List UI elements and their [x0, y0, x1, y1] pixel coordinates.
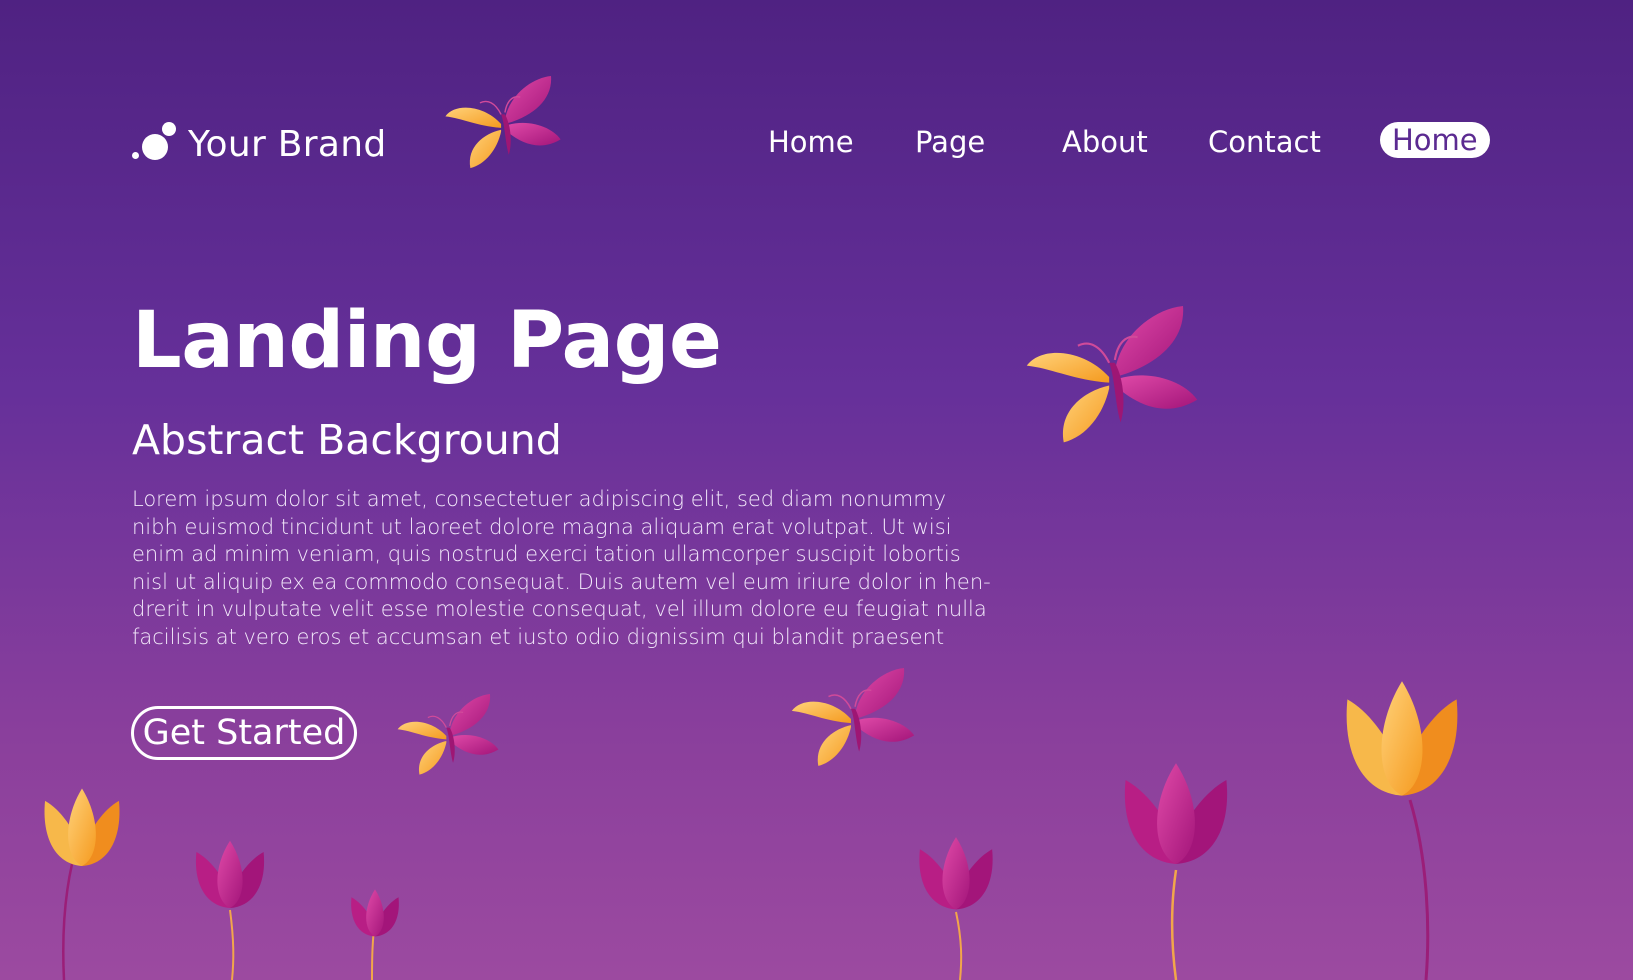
- tulip-icon: [906, 832, 1006, 918]
- tulip-stems: [62, 799, 1430, 980]
- tulip-icon: [342, 886, 408, 942]
- tulip-icon: [38, 784, 126, 874]
- tulip-icon: [182, 836, 278, 916]
- tulip-icon: [1334, 676, 1470, 806]
- tulip-icon: [1106, 756, 1246, 876]
